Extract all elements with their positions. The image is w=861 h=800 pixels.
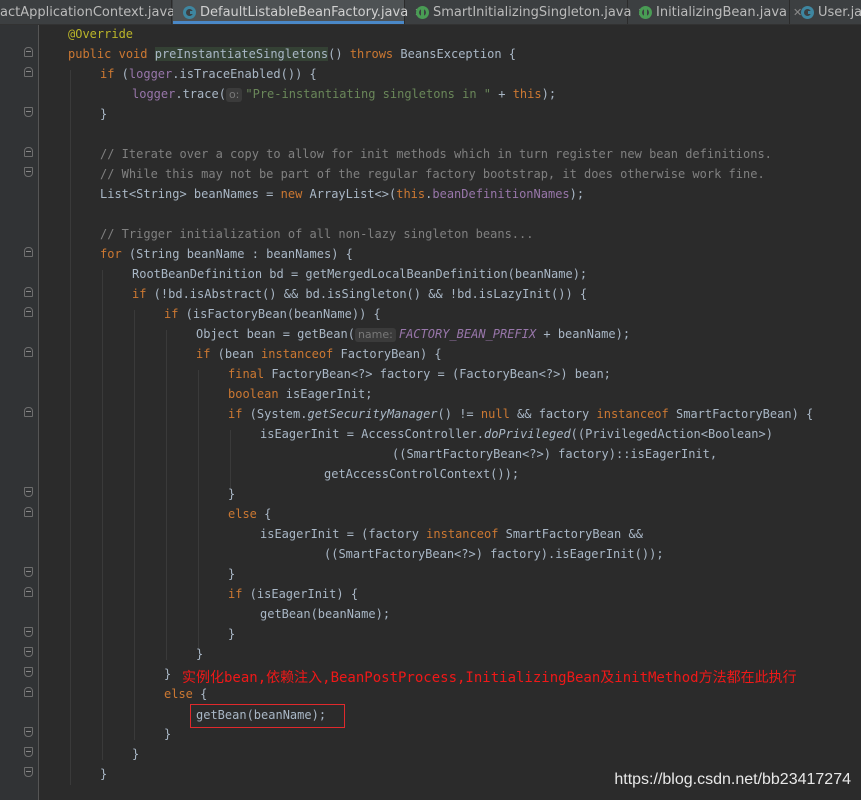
tab-label: User.java: [818, 4, 861, 20]
fold-icon[interactable]: [24, 147, 33, 157]
tab-user[interactable]: User.java: [791, 0, 861, 24]
code-line[interactable]: ((SmartFactoryBean<?>) factory).isEagerI…: [324, 544, 664, 564]
code-line[interactable]: ((SmartFactoryBean<?>) factory)::isEager…: [392, 444, 717, 464]
code-line[interactable]: }: [228, 484, 235, 504]
code-line[interactable]: getBean(beanName);: [260, 604, 390, 624]
fold-icon[interactable]: [24, 667, 33, 677]
code-line[interactable]: isEagerInit = (factory instanceof SmartF…: [260, 524, 643, 544]
code-line[interactable]: List<String> beanNames = new ArrayList<>…: [100, 184, 584, 204]
fold-icon[interactable]: [24, 247, 33, 257]
fold-icon[interactable]: [24, 587, 33, 597]
parameter-hint: o:: [225, 88, 243, 102]
code-line[interactable]: if (isEagerInit) {: [228, 584, 358, 604]
tab-abstract-application-context[interactable]: actApplicationContext.java ✕: [0, 0, 190, 24]
interface-icon: [639, 5, 652, 19]
interface-icon: [416, 5, 429, 19]
tab-label: InitializingBean.java: [656, 4, 788, 20]
tab-label: DefaultListableBeanFactory.java: [200, 4, 409, 20]
code-line[interactable]: for (String beanName : beanNames) {: [100, 244, 353, 264]
fold-icon[interactable]: [24, 647, 33, 657]
indent-guide: [198, 370, 199, 650]
code-line[interactable]: RootBeanDefinition bd = getMergedLocalBe…: [132, 264, 587, 284]
code-line[interactable]: }: [132, 744, 139, 764]
annotation-override: @Override: [68, 27, 134, 41]
code-line[interactable]: if (!bd.isAbstract() && bd.isSingleton()…: [132, 284, 587, 304]
indent-guide: [102, 270, 103, 760]
code-line[interactable]: public void preInstantiateSingletons() t…: [68, 44, 516, 64]
code-line[interactable]: }: [164, 724, 171, 744]
code-line[interactable]: @Override: [68, 24, 133, 44]
tab-label: SmartInitializingSingleton.java: [433, 4, 632, 20]
code-comment[interactable]: // Iterate over a copy to allow for init…: [100, 144, 772, 164]
indent-guide: [70, 70, 71, 785]
code-line[interactable]: Object bean = getBean(name: FACTORY_BEAN_…: [196, 324, 630, 344]
fold-icon[interactable]: [24, 627, 33, 637]
code-line[interactable]: boolean isEagerInit;: [228, 384, 373, 404]
code-line[interactable]: }: [228, 624, 235, 644]
fold-icon[interactable]: [24, 567, 33, 577]
fold-icon[interactable]: [24, 107, 33, 117]
fold-icon[interactable]: [24, 287, 33, 297]
class-icon: [183, 5, 196, 19]
code-comment[interactable]: // Trigger initialization of all non-laz…: [100, 224, 533, 244]
editor-tab-bar: actApplicationContext.java ✕ DefaultList…: [0, 0, 861, 25]
code-line[interactable]: isEagerInit = AccessController.doPrivile…: [260, 424, 773, 444]
code-line[interactable]: if (System.getSecurityManager() != null …: [228, 404, 813, 424]
code-line[interactable]: if (bean instanceof FactoryBean) {: [196, 344, 442, 364]
editor-gutter[interactable]: [0, 25, 39, 800]
class-icon: [801, 5, 814, 19]
tab-default-listable-bean-factory[interactable]: DefaultListableBeanFactory.java ✕: [173, 0, 423, 24]
watermark: https://blog.csdn.net/bb23417274: [614, 771, 851, 788]
fold-icon[interactable]: [24, 307, 33, 317]
tab-label: actApplicationContext.java: [0, 4, 176, 20]
code-comment[interactable]: // While this may not be part of the reg…: [100, 164, 765, 184]
code-line[interactable]: }: [164, 664, 171, 684]
indent-guide: [166, 330, 167, 660]
code-line[interactable]: }: [196, 644, 203, 664]
fold-icon[interactable]: [24, 487, 33, 497]
indent-guide: [230, 430, 231, 490]
code-line[interactable]: final FactoryBean<?> factory = (FactoryB…: [228, 364, 611, 384]
fold-icon[interactable]: [24, 507, 33, 517]
parameter-hint: name:: [354, 328, 396, 342]
code-line[interactable]: }: [100, 104, 107, 124]
fold-icon[interactable]: [24, 767, 33, 777]
tab-initializing-bean[interactable]: InitializingBean.java ✕: [629, 0, 802, 24]
annotation-note: 实例化bean,依赖注入,BeanPostProcess,Initializin…: [182, 670, 797, 686]
code-line[interactable]: if (isFactoryBean(beanName)) {: [164, 304, 381, 324]
tab-smart-initializing-singleton[interactable]: SmartInitializingSingleton.java ✕: [406, 0, 647, 24]
indent-guide: [134, 310, 135, 740]
fold-icon[interactable]: [24, 67, 33, 77]
code-line[interactable]: getAccessControlContext());: [324, 464, 519, 484]
fold-icon[interactable]: [24, 687, 33, 697]
code-line[interactable]: else {: [228, 504, 271, 524]
fold-icon[interactable]: [24, 727, 33, 737]
fold-icon[interactable]: [24, 747, 33, 757]
code-line[interactable]: logger.trace(o: "Pre-instantiating single…: [132, 84, 556, 104]
fold-icon[interactable]: [24, 47, 33, 57]
fold-icon[interactable]: [24, 407, 33, 417]
code-line[interactable]: }: [100, 764, 107, 784]
method-name[interactable]: preInstantiateSingletons: [154, 47, 329, 61]
fold-icon[interactable]: [24, 167, 33, 177]
highlight-box: [190, 704, 345, 728]
fold-icon[interactable]: [24, 347, 33, 357]
code-line[interactable]: }: [228, 564, 235, 584]
code-line[interactable]: if (logger.isTraceEnabled()) {: [100, 64, 317, 84]
